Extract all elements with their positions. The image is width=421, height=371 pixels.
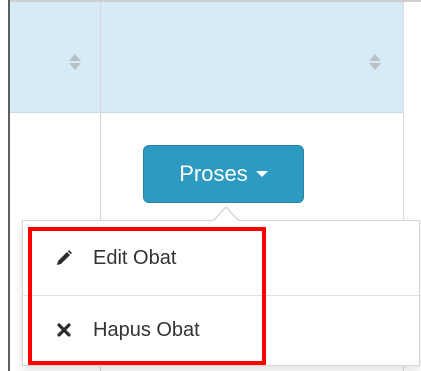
caret-down-icon xyxy=(255,171,268,177)
sort-icon[interactable] xyxy=(369,54,381,70)
sort-down-icon xyxy=(369,63,381,70)
menu-item-edit-obat[interactable]: Edit Obat xyxy=(23,221,419,295)
sort-icon[interactable] xyxy=(69,54,81,70)
sort-up-icon xyxy=(369,54,381,61)
menu-item-hapus-obat[interactable]: Hapus Obat xyxy=(23,295,419,365)
sort-up-icon xyxy=(69,54,81,61)
pencil-icon xyxy=(53,247,75,269)
menu-item-label: Edit Obat xyxy=(93,246,177,269)
proses-button-label: Proses xyxy=(179,161,248,186)
proses-dropdown-button[interactable]: Proses xyxy=(143,145,304,203)
close-icon xyxy=(53,319,75,341)
sort-down-icon xyxy=(69,63,81,70)
menu-item-label: Hapus Obat xyxy=(93,318,200,341)
dropdown-menu: Edit Obat Hapus Obat xyxy=(22,220,420,366)
dropdown-pointer-fill xyxy=(214,208,238,221)
